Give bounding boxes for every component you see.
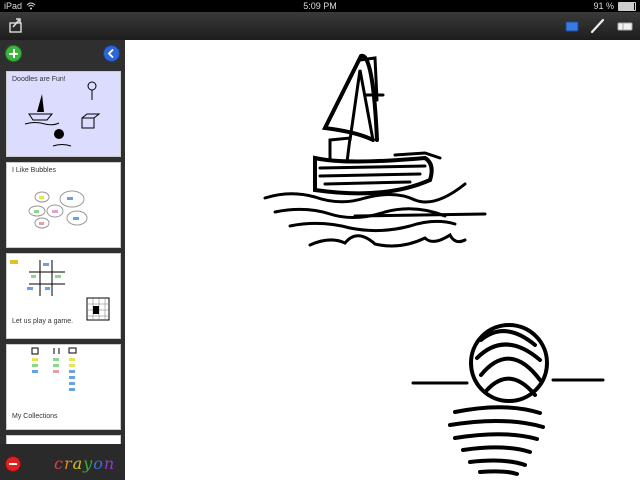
logo-letter: r — [63, 454, 73, 473]
logo-letter: n — [103, 454, 116, 473]
battery-icon — [618, 1, 636, 11]
eraser-tool-icon[interactable] — [616, 19, 634, 33]
status-time: 5:09 PM — [303, 1, 337, 11]
logo-letter: c — [54, 454, 64, 473]
add-page-icon[interactable] — [5, 45, 22, 62]
bubbles-sketch — [28, 190, 88, 229]
collections-sketch — [31, 347, 77, 391]
collapse-sidebar-icon[interactable] — [103, 45, 120, 62]
logo-letter: a — [72, 454, 84, 473]
crayon-logo: crayon — [54, 454, 115, 473]
pen-tool-icon[interactable] — [590, 18, 606, 34]
battery-fill — [619, 2, 634, 10]
drawing-canvas[interactable] — [125, 40, 640, 480]
share-icon[interactable] — [8, 17, 24, 33]
page-sidebar: Doodles are Fun! I Like Bubbles Let us p… — [0, 40, 125, 480]
drawing-sketch — [263, 53, 605, 476]
delete-page-icon[interactable] — [5, 456, 21, 472]
sidebar-header — [0, 40, 125, 66]
tool-group — [564, 18, 634, 34]
color-swatch-icon[interactable] — [564, 19, 580, 33]
status-right: 91 % — [593, 0, 636, 12]
page-thumbnail-collections[interactable]: My Collections — [6, 344, 121, 430]
page-thumbnail-game[interactable]: Let us play a game. — [6, 253, 121, 339]
battery-percent: 91 % — [593, 1, 614, 11]
doodles-sketch — [24, 81, 101, 147]
status-bar: iPad 5:09 PM 91 % — [0, 0, 640, 12]
page-thumbnail-bubbles[interactable]: I Like Bubbles — [6, 162, 121, 248]
logo-letter: o — [93, 454, 104, 473]
tic-tac-toe-sketch — [10, 260, 110, 321]
top-toolbar — [0, 12, 640, 41]
page-thumbnail-doodles[interactable]: Doodles are Fun! — [6, 71, 121, 157]
logo-letter: y — [83, 454, 94, 473]
sidebar-footer: crayon — [0, 444, 125, 480]
